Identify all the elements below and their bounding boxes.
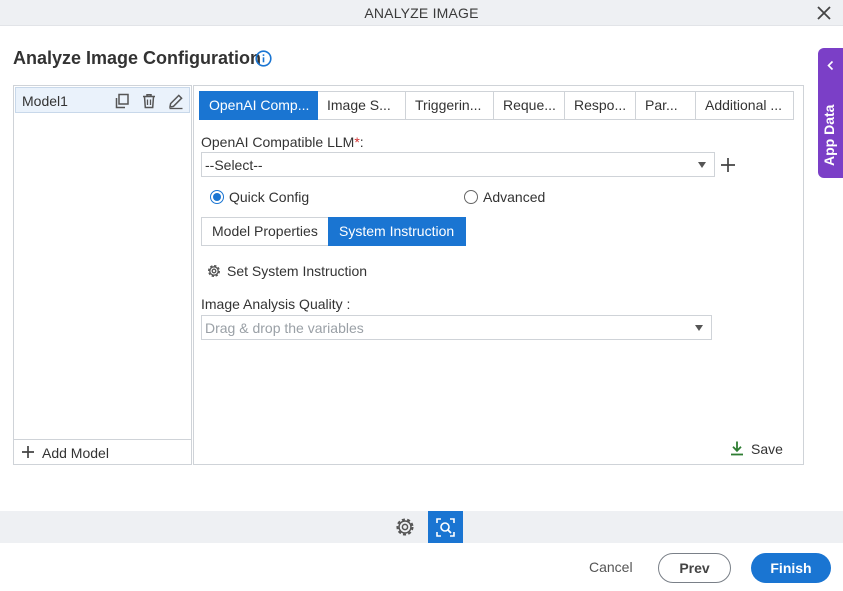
app-data-tab[interactable]: App Data [818, 48, 843, 178]
prev-button[interactable]: Prev [658, 553, 731, 583]
image-quality-placeholder: Drag & drop the variables [205, 320, 364, 336]
quality-field-label: Image Analysis Quality : [201, 296, 351, 312]
tab-system-instruction[interactable]: System Instruction [328, 217, 466, 246]
chevron-down-icon [695, 325, 703, 331]
delete-icon[interactable] [140, 92, 158, 110]
llm-select[interactable]: --Select-- [201, 152, 715, 177]
dialog-title-bar: ANALYZE IMAGE [0, 0, 843, 26]
llm-select-value: --Select-- [205, 157, 263, 173]
add-llm-plus-icon[interactable] [720, 157, 736, 173]
radio-selected-indicator [210, 190, 224, 204]
tab-model-properties[interactable]: Model Properties [201, 217, 329, 246]
cancel-button[interactable]: Cancel [589, 559, 633, 575]
dialog-title: ANALYZE IMAGE [364, 5, 479, 21]
quick-config-label: Quick Config [229, 189, 310, 205]
model-list-panel: Model1 Add Model [13, 85, 192, 465]
advanced-radio[interactable]: Advanced [464, 188, 564, 206]
add-model-label: Add Model [42, 445, 109, 461]
tab-parameters[interactable]: Par... [636, 91, 696, 120]
image-search-icon [436, 518, 455, 537]
llm-field-label: OpenAI Compatible LLM*: [201, 134, 364, 150]
radio-unselected-indicator [464, 190, 478, 204]
model-subtabs: Model Properties System Instruction [201, 217, 466, 246]
tab-additional[interactable]: Additional ... [696, 91, 794, 120]
model-list-item[interactable]: Model1 [15, 87, 190, 113]
page-title: Analyze Image Configuration [13, 48, 262, 68]
copy-icon[interactable] [113, 92, 131, 110]
settings-gear-icon[interactable] [394, 516, 416, 538]
edit-icon[interactable] [167, 92, 185, 110]
plus-icon [22, 446, 34, 458]
save-button[interactable]: Save [729, 440, 789, 458]
tab-response[interactable]: Respo... [565, 91, 636, 120]
tab-request[interactable]: Reque... [494, 91, 565, 120]
bottom-toolbar [0, 511, 843, 543]
image-quality-select[interactable]: Drag & drop the variables [201, 315, 712, 340]
tab-triggering[interactable]: Triggerin... [406, 91, 494, 120]
gear-icon [207, 264, 221, 278]
chevron-down-icon [698, 162, 706, 168]
app-data-label: App Data [821, 104, 837, 166]
info-icon[interactable] [255, 50, 272, 67]
advanced-label: Advanced [483, 189, 546, 205]
quick-config-radio[interactable]: Quick Config [210, 188, 330, 206]
set-system-instruction-label: Set System Instruction [227, 263, 368, 279]
chevron-left-icon [827, 60, 834, 71]
analyze-image-step-button[interactable] [428, 511, 463, 543]
config-tabs: OpenAI Comp... Image S... Triggerin... R… [199, 91, 794, 120]
analyze-image-dialog: ANALYZE IMAGE Analyze Image Configuratio… [0, 0, 843, 591]
close-icon[interactable] [815, 4, 833, 22]
finish-button[interactable]: Finish [751, 553, 831, 583]
tab-openai-compatible[interactable]: OpenAI Comp... [199, 91, 318, 120]
add-model-button[interactable]: Add Model [14, 439, 191, 464]
configuration-panel: OpenAI Comp... Image S... Triggerin... R… [193, 85, 804, 465]
set-system-instruction-link[interactable]: Set System Instruction [206, 262, 376, 280]
download-icon [731, 441, 743, 456]
save-label: Save [751, 441, 783, 457]
model-name: Model1 [22, 93, 68, 109]
tab-image-source[interactable]: Image S... [318, 91, 406, 120]
